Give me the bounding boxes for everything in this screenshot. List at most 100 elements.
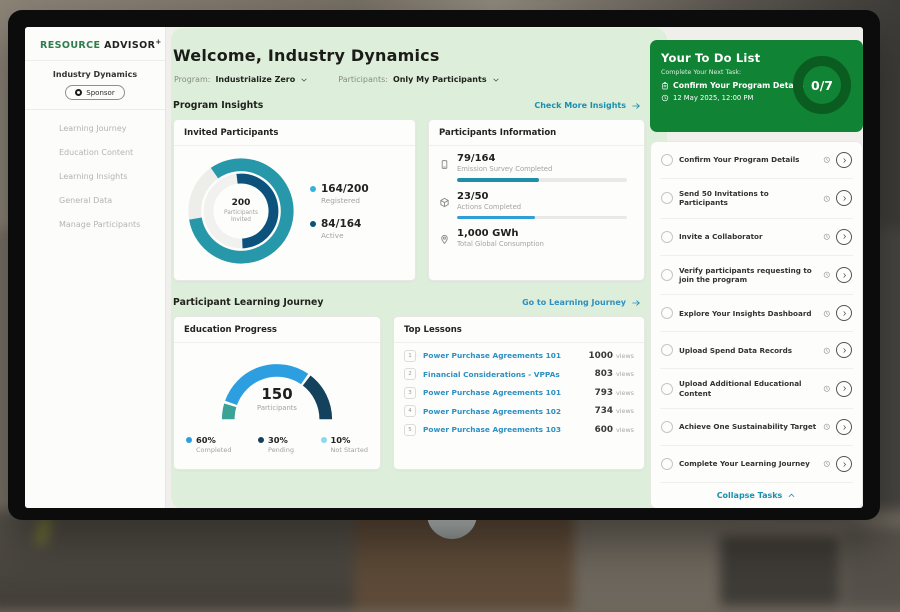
lesson-row[interactable]: 1 Power Purchase Agreements 101 1000 vie… <box>394 343 644 362</box>
participants-dropdown[interactable]: Participants: Only My Participants <box>338 75 499 84</box>
legend-dot <box>186 437 192 443</box>
task-checkbox[interactable] <box>661 154 673 166</box>
legend-dot <box>321 437 327 443</box>
main-content: Welcome, Industry Dynamics Program: Indu… <box>165 27 650 508</box>
lesson-link[interactable]: Power Purchase Agreements 102 <box>423 407 595 416</box>
sidebar-item[interactable]: General Data <box>31 189 159 212</box>
task-checkbox[interactable] <box>661 383 673 395</box>
task-open-button[interactable] <box>836 456 852 472</box>
info-value: 23/50 <box>457 191 632 202</box>
info-row-icon <box>439 234 450 245</box>
task-open-button[interactable] <box>836 152 852 168</box>
background-shape <box>844 528 900 608</box>
task-checkbox[interactable] <box>661 458 673 470</box>
progress-bar <box>457 216 627 220</box>
info-row: 79/164 Emission Survey Completed <box>439 153 632 182</box>
clock-icon <box>823 460 831 468</box>
clock-icon <box>823 423 831 431</box>
task-open-button[interactable] <box>836 342 852 358</box>
task-open-button[interactable] <box>836 267 852 283</box>
task-row[interactable]: Upload Additional Educational Content <box>660 369 853 409</box>
task-checkbox[interactable] <box>661 307 673 319</box>
task-open-button[interactable] <box>836 190 852 206</box>
gauge-center-label: 150 Participants <box>207 385 347 412</box>
divider <box>25 109 165 110</box>
progress-bar <box>457 178 627 182</box>
task-row[interactable]: Verify participants requesting to join t… <box>660 256 853 296</box>
background-shape <box>720 536 840 606</box>
chevron-right-icon <box>841 195 848 202</box>
lesson-row[interactable]: 2 Financial Considerations - VPPAs 803 v… <box>394 362 644 381</box>
views-suffix: views <box>616 389 634 397</box>
lesson-link[interactable]: Power Purchase Agreements 101 <box>423 388 595 397</box>
program-dropdown[interactable]: Program: Industrialize Zero <box>174 75 308 84</box>
task-open-button[interactable] <box>836 229 852 245</box>
lesson-link[interactable]: Financial Considerations - VPPAs <box>423 370 595 379</box>
collapse-tasks-link[interactable]: Collapse Tasks <box>660 483 853 508</box>
task-row[interactable]: Invite a Collaborator <box>660 219 853 256</box>
section-title: Participant Learning Journey <box>173 297 323 308</box>
lesson-views: 793 <box>595 388 613 398</box>
sidebar-item-label: General Data <box>59 196 112 205</box>
top-lessons-card: Top Lessons 1 Power Purchase Agreements … <box>393 316 645 470</box>
link-label: Check More Insights <box>534 101 626 110</box>
views-suffix: views <box>616 407 634 415</box>
lesson-row[interactable]: 5 Power Purchase Agreements 103 600 view… <box>394 417 644 436</box>
task-checkbox[interactable] <box>661 231 673 243</box>
chevron-up-icon <box>787 491 796 500</box>
legend-item: 30% Pending <box>258 435 294 454</box>
legend-value: 84/164 <box>321 218 361 230</box>
chevron-down-icon <box>492 76 500 84</box>
collapse-label: Collapse Tasks <box>717 491 783 500</box>
info-row-icon <box>439 159 450 170</box>
lesson-link[interactable]: Power Purchase Agreements 101 <box>423 351 588 360</box>
sidebar-item[interactable]: Manage Participants <box>31 213 159 236</box>
task-open-button[interactable] <box>836 305 852 321</box>
task-row[interactable]: Complete Your Learning Journey <box>660 446 853 483</box>
task-row[interactable]: Achieve One Sustainability Target <box>660 409 853 446</box>
task-checkbox[interactable] <box>661 421 673 433</box>
legend-label: Active <box>321 231 361 240</box>
sponsor-badge[interactable]: Sponsor <box>65 85 124 100</box>
card-title: Top Lessons <box>394 317 644 343</box>
task-row[interactable]: Send 50 Invitations to Participants <box>660 179 853 219</box>
chevron-down-icon <box>300 76 308 84</box>
lesson-views: 600 <box>595 425 613 435</box>
arrow-right-icon <box>631 298 641 308</box>
lesson-views: 734 <box>595 406 613 416</box>
go-to-learning-journey-link[interactable]: Go to Learning Journey <box>522 298 641 308</box>
todo-task-list: Confirm Your Program Details Send 50 Inv… <box>650 141 863 508</box>
info-label: Emission Survey Completed <box>457 165 632 173</box>
legend-label: Not Started <box>331 446 368 454</box>
task-checkbox[interactable] <box>661 344 673 356</box>
task-checkbox[interactable] <box>661 192 673 204</box>
task-open-button[interactable] <box>836 381 852 397</box>
task-row[interactable]: Confirm Your Program Details <box>660 142 853 179</box>
sidebar-item[interactable]: Learning Journey <box>31 117 159 140</box>
lesson-row[interactable]: 4 Power Purchase Agreements 102 734 view… <box>394 399 644 418</box>
lesson-row[interactable]: 3 Power Purchase Agreements 101 793 view… <box>394 380 644 399</box>
check-more-insights-link[interactable]: Check More Insights <box>534 101 641 111</box>
divider <box>25 60 165 61</box>
legend-percent: 10% <box>331 435 351 445</box>
card-title: Participants Information <box>429 120 644 146</box>
invited-donut-chart: 200 Participants Invited <box>182 152 300 270</box>
sidebar-item[interactable]: Education Content <box>31 141 159 164</box>
chevron-right-icon <box>841 424 848 431</box>
legend-label: Completed <box>196 446 231 454</box>
clock-icon <box>823 347 831 355</box>
monitor-bezel: RESOURCE ADVISOR+ Industry Dynamics Spon… <box>8 10 880 520</box>
task-checkbox[interactable] <box>661 269 673 281</box>
sidebar-item[interactable]: Learning Insights <box>31 165 159 188</box>
section-title: Program Insights <box>173 100 263 111</box>
lesson-link[interactable]: Power Purchase Agreements 103 <box>423 425 595 434</box>
chevron-right-icon <box>841 385 848 392</box>
lesson-views: 803 <box>595 369 613 379</box>
task-row[interactable]: Upload Spend Data Records <box>660 332 853 369</box>
info-row: 23/50 Actions Completed <box>439 191 632 220</box>
lesson-rank: 5 <box>404 424 416 436</box>
task-open-button[interactable] <box>836 419 852 435</box>
education-gauge-chart: 150 Participants <box>207 349 347 427</box>
task-row[interactable]: Explore Your Insights Dashboard <box>660 295 853 332</box>
legend-item: 164/200 Registered <box>310 183 369 205</box>
